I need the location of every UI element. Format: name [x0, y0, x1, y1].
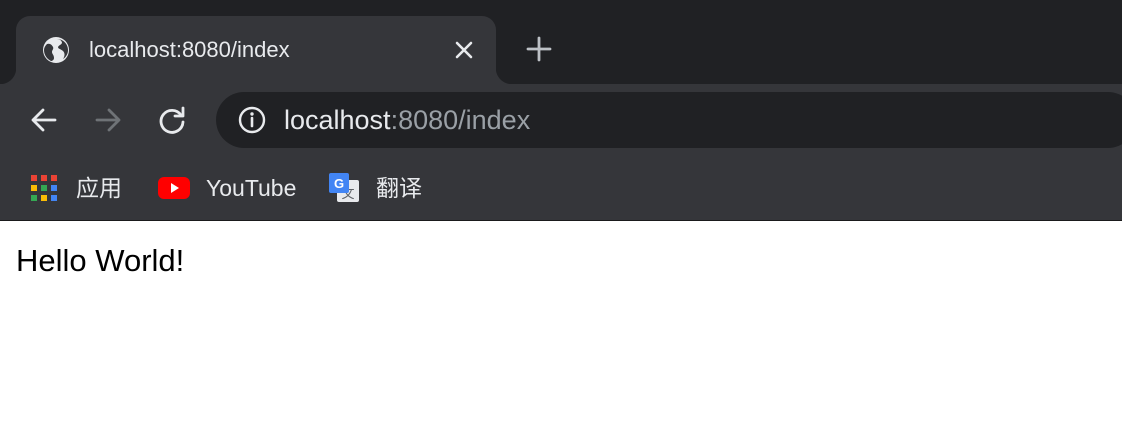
browser-tab[interactable]: localhost:8080/index — [0, 16, 512, 84]
bookmark-apps[interactable]: 应用 — [30, 172, 122, 204]
tab-title: localhost:8080/index — [89, 37, 290, 62]
arrow-left-icon[interactable] — [28, 104, 60, 136]
bookmark-label: 翻译 — [376, 175, 422, 201]
address-bar[interactable]: localhost:8080/index — [216, 92, 1122, 148]
reload-icon[interactable] — [156, 104, 188, 136]
toolbar: localhost:8080/index — [0, 84, 1122, 156]
arrow-right-icon[interactable] — [92, 104, 124, 136]
globe-icon — [43, 37, 69, 63]
url-path: :8080/index — [390, 105, 531, 135]
bookmark-label: YouTube — [206, 175, 297, 201]
page-text: Hello World! — [16, 243, 185, 278]
apps-grid-icon — [31, 175, 57, 201]
youtube-icon — [158, 177, 190, 199]
url-text[interactable]: localhost:8080/index — [284, 105, 530, 135]
bookmark-label: 应用 — [76, 175, 122, 201]
plus-icon[interactable] — [524, 34, 554, 64]
svg-text:G: G — [334, 176, 344, 191]
close-icon[interactable] — [452, 38, 476, 62]
bookmark-translate[interactable]: 文 G 翻译 — [328, 172, 422, 204]
info-icon[interactable] — [238, 106, 266, 134]
bookmark-youtube[interactable]: YouTube — [158, 172, 296, 204]
url-host: localhost — [284, 105, 391, 135]
tab-strip: localhost:8080/index — [0, 0, 1122, 84]
google-translate-icon: 文 G — [329, 173, 359, 202]
page-content: Hello World! — [0, 222, 1122, 448]
bookmarks-bar: 应用 YouTube 文 G 翻译 — [0, 156, 1122, 221]
